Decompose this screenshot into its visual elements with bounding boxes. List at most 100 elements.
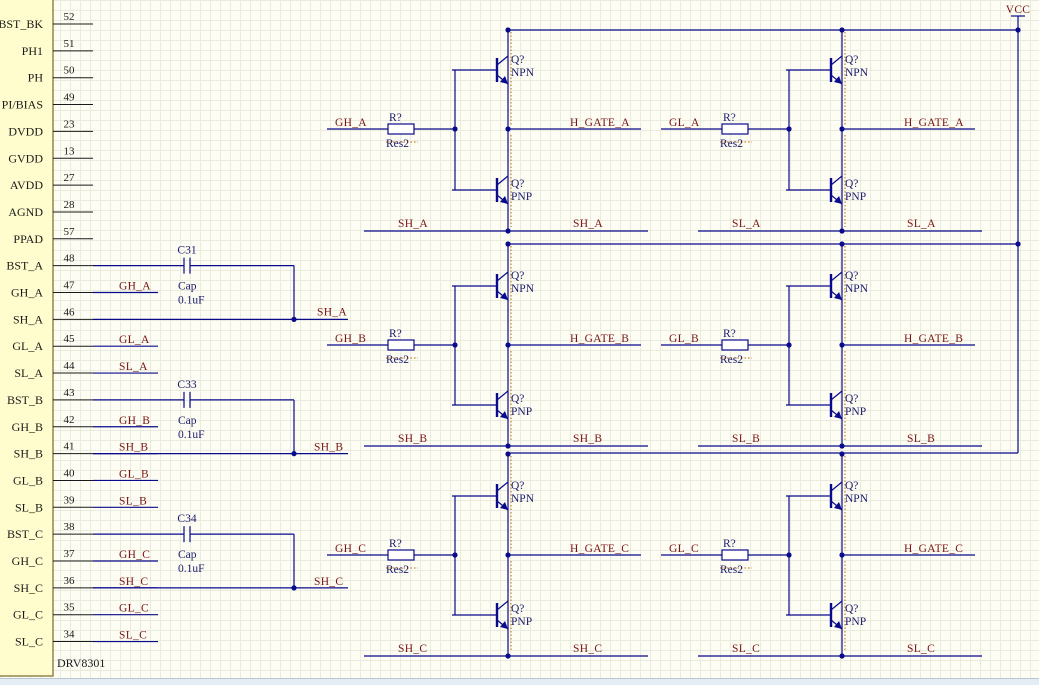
pin-number: 50: [64, 65, 76, 77]
npn-transistor[interactable]: [786, 481, 843, 511]
resistor-comment: Res2: [386, 564, 409, 576]
pin-number: 36: [64, 575, 76, 587]
pin-label: GH_B: [12, 420, 43, 434]
net-label: GH_B: [335, 333, 366, 345]
pin-number: 48: [64, 253, 76, 265]
resistor-comment: Res2: [386, 138, 409, 150]
junction-dot: [505, 451, 511, 457]
net-label: SL_C: [119, 630, 147, 642]
net-label: GL_C: [669, 543, 699, 555]
emitter-arrow: [834, 292, 842, 300]
junction-dot: [839, 451, 845, 457]
transistor-designator: Q?: [845, 393, 858, 405]
pnp-transistor[interactable]: [786, 600, 843, 630]
ic-name: DRV8301: [57, 656, 105, 670]
pin-number: 39: [64, 494, 76, 506]
net-label: SH_C: [119, 576, 148, 588]
pnp-transistor[interactable]: [786, 390, 843, 420]
pin-number: 40: [64, 467, 76, 479]
transistor-type: PNP: [511, 406, 532, 418]
pin-label: SL_C: [15, 635, 43, 649]
pin-number: 35: [64, 602, 76, 614]
transistor-designator: Q?: [845, 178, 858, 190]
pin-label: BST_B: [7, 393, 43, 407]
npn-transistor[interactable]: [452, 481, 509, 511]
net-label: H_GATE_A: [570, 117, 630, 129]
pin-number: 52: [64, 11, 75, 23]
emitter-arrow: [834, 76, 842, 84]
pin-label: BST_C: [7, 527, 43, 541]
net-label: GH_B: [119, 415, 150, 427]
pnp-transistor[interactable]: [452, 600, 509, 630]
net-label: GL_C: [119, 603, 149, 615]
net-label: GH_A: [335, 117, 367, 129]
emitter-arrow: [500, 196, 508, 204]
pin-number: 34: [64, 629, 76, 641]
pin-label: GL_A: [12, 339, 43, 353]
net-label: GL_A: [669, 117, 700, 129]
transistor-designator: Q?: [511, 480, 524, 492]
emitter-lead: [496, 175, 509, 186]
resistor-designator: R?: [389, 328, 402, 340]
transistor-designator: Q?: [511, 178, 524, 190]
pin-label: GL_B: [13, 473, 43, 487]
transistor-type: PNP: [845, 616, 866, 628]
cap-designator: C31: [177, 245, 196, 257]
resistor-comment: Res2: [386, 354, 409, 366]
pnp-transistor[interactable]: [452, 175, 509, 205]
pin-label: AVDD: [10, 178, 43, 192]
pin-label: AGND: [8, 205, 43, 219]
resistor-body[interactable]: [721, 123, 749, 135]
junction-dot: [1015, 241, 1021, 247]
net-label: SH_B: [119, 442, 148, 454]
pin-label: SL_B: [15, 500, 43, 514]
pin-number: 41: [64, 441, 75, 453]
net-label: GH_A: [119, 281, 151, 293]
emitter-arrow: [500, 292, 508, 300]
driver-stage: GH_C R?Res2H_GATE_CQ?NPNQ?PNPSH_C SH_C: [327, 451, 648, 659]
transistor-type: PNP: [511, 616, 532, 628]
npn-transistor[interactable]: [452, 271, 509, 301]
resistor-comment: Res2: [720, 354, 743, 366]
resistor-body[interactable]: [387, 123, 415, 135]
emitter-arrow: [500, 411, 508, 419]
transistor-designator: Q?: [511, 54, 524, 66]
resistor-body[interactable]: [387, 339, 415, 351]
net-label: SL_B: [119, 495, 147, 507]
pin-number: 43: [64, 387, 76, 399]
pin-number: 38: [64, 521, 76, 533]
driver-stage: GL_C R?Res2H_GATE_CQ?NPNQ?PNPSL_C SL_C: [661, 451, 982, 659]
pin-number: 45: [64, 333, 76, 345]
junction-dot: [291, 316, 297, 322]
pin-label: GVDD: [8, 151, 43, 165]
transistor-designator: Q?: [845, 603, 858, 615]
net-label: SL_A: [119, 361, 148, 373]
cap-type: Cap: [178, 281, 197, 293]
net-label: GH_C: [335, 543, 366, 555]
transistor-designator: Q?: [511, 393, 524, 405]
resistor-body[interactable]: [387, 549, 415, 561]
collector-lead: [496, 481, 509, 492]
resistor-body[interactable]: [721, 339, 749, 351]
emitter-lead: [830, 175, 843, 186]
net-label: SH_B: [314, 442, 343, 454]
npn-transistor[interactable]: [786, 271, 843, 301]
resistor-body[interactable]: [721, 549, 749, 561]
driver-stage: GL_A R?Res2H_GATE_AQ?NPNQ?PNPSL_A SL_A: [661, 27, 982, 234]
net-label: H_GATE_B: [904, 333, 963, 345]
net-label: SH_A: [398, 218, 428, 230]
net-label: SH_A: [317, 306, 347, 318]
cap-type: Cap: [178, 549, 197, 561]
pnp-transistor[interactable]: [786, 175, 843, 205]
schematic-canvas[interactable]: DRV8301 BST_BK 52 PH1 51 PH 50 PI/BIAS 49 DVDD 23…: [0, 0, 1039, 684]
cap-value: 0.1uF: [178, 429, 205, 441]
emitter-lead: [830, 390, 843, 401]
cap-value: 0.1uF: [178, 295, 205, 307]
emitter-arrow: [834, 411, 842, 419]
transistor-type: NPN: [511, 493, 535, 505]
npn-transistor[interactable]: [786, 55, 843, 85]
emitter-arrow: [500, 76, 508, 84]
pin-number: 37: [64, 548, 76, 560]
npn-transistor[interactable]: [452, 55, 509, 85]
pnp-transistor[interactable]: [452, 390, 509, 420]
